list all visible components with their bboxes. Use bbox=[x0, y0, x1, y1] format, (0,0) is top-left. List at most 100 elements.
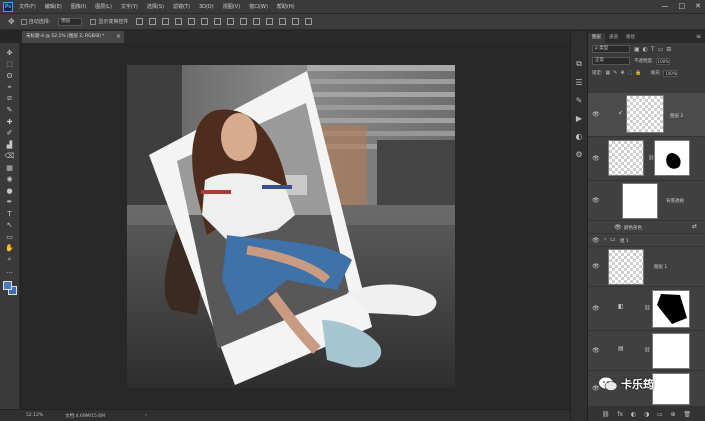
distribute-center-icon[interactable] bbox=[266, 18, 274, 25]
fill-input[interactable]: 100% bbox=[663, 69, 678, 77]
menu-file[interactable]: 文件(F) bbox=[19, 3, 36, 10]
more-tools-icon[interactable]: … bbox=[4, 266, 16, 277]
zoom-level[interactable]: 52.12% bbox=[26, 413, 43, 418]
menu-3d[interactable]: 3D(D) bbox=[199, 4, 214, 10]
3d-panel-icon[interactable]: ⚙ bbox=[575, 150, 582, 159]
filter-pixel-icon[interactable]: ▣ bbox=[634, 46, 640, 53]
menu-filter[interactable]: 滤镜(T) bbox=[173, 3, 190, 10]
visibility-eye-icon[interactable]: 👁 bbox=[592, 111, 600, 118]
type-tool-icon[interactable]: T bbox=[4, 208, 16, 219]
crop-tool-icon[interactable]: ⧄ bbox=[4, 93, 16, 104]
layer-row-effect-perspective[interactable]: 👁 背景透视 bbox=[588, 181, 705, 221]
status-arrow-icon[interactable]: › bbox=[145, 413, 147, 418]
lock-transparency-icon[interactable]: ▦ bbox=[606, 70, 611, 76]
distribute-bottom-icon[interactable] bbox=[240, 18, 248, 25]
menu-image[interactable]: 图像(I) bbox=[71, 3, 86, 10]
actions-panel-icon[interactable]: ▶ bbox=[576, 114, 582, 123]
link-layers-icon[interactable]: ⛓ bbox=[602, 411, 610, 418]
menu-layer[interactable]: 图层(L) bbox=[95, 3, 112, 10]
hand-tool-icon[interactable]: ✋ bbox=[4, 243, 16, 254]
brush-panel-icon[interactable]: ✎ bbox=[576, 96, 583, 105]
3d-mode-icon[interactable] bbox=[305, 18, 313, 25]
layer-row-group-1[interactable]: 👁 › ▭ 组 1 bbox=[588, 234, 705, 247]
lock-pixels-icon[interactable]: ✎ bbox=[613, 70, 617, 76]
align-left-icon[interactable] bbox=[175, 18, 183, 25]
close-icon[interactable]: ✕ bbox=[695, 2, 701, 10]
new-layer-icon[interactable]: ⊕ bbox=[671, 411, 676, 418]
distribute-right-icon[interactable] bbox=[279, 18, 287, 25]
document-tab[interactable]: 未标题-4 @ 52.1% (图层 2, RGB/8) * × bbox=[22, 31, 124, 43]
menu-type[interactable]: 文字(Y) bbox=[121, 3, 138, 10]
panel-menu-icon[interactable]: ≡ bbox=[696, 33, 701, 40]
blur-tool-icon[interactable]: ◉ bbox=[4, 174, 16, 185]
layer-row-adjustment-2[interactable]: 👁 ▤ ⛓ bbox=[588, 331, 705, 371]
maximize-icon[interactable]: □ bbox=[679, 2, 686, 10]
brush-tool-icon[interactable]: ✐ bbox=[4, 128, 16, 139]
minimize-icon[interactable]: — bbox=[662, 2, 669, 10]
layer-row-adjustment-1[interactable]: 👁 ◧ ⛓ bbox=[588, 287, 705, 331]
menu-select[interactable]: 选择(S) bbox=[147, 3, 164, 10]
menu-help[interactable]: 帮助(H) bbox=[277, 3, 295, 10]
layer-filter-dropdown[interactable]: ρ 类型 bbox=[592, 45, 630, 53]
align-center-icon[interactable] bbox=[188, 18, 196, 25]
eyedropper-tool-icon[interactable]: ✎ bbox=[4, 105, 16, 116]
color-swatches[interactable] bbox=[2, 281, 17, 295]
move-tool-icon[interactable]: ✥ bbox=[8, 17, 15, 26]
menu-view[interactable]: 视图(V) bbox=[223, 3, 240, 10]
opacity-input[interactable]: 100% bbox=[655, 57, 670, 65]
visibility-eye-icon[interactable]: 👁 bbox=[592, 347, 600, 354]
layer-row-layer-1[interactable]: 👁 图层 1 bbox=[588, 247, 705, 287]
auto-select-dropdown[interactable]: 图层 bbox=[58, 17, 83, 26]
move-tool-icon[interactable]: ✥ bbox=[4, 47, 16, 58]
trash-icon[interactable]: 🗑 bbox=[683, 411, 691, 418]
align-top-icon[interactable] bbox=[136, 18, 144, 25]
history-panel-icon[interactable]: ⧉ bbox=[576, 59, 582, 69]
lasso-tool-icon[interactable]: ʘ bbox=[4, 70, 16, 81]
pen-tool-icon[interactable]: ✒ bbox=[4, 197, 16, 208]
marquee-tool-icon[interactable]: ⬚ bbox=[4, 59, 16, 70]
blend-mode-dropdown[interactable]: 正常 bbox=[592, 57, 630, 65]
document-canvas[interactable] bbox=[127, 65, 455, 388]
filter-shape-icon[interactable]: ▭ bbox=[658, 46, 664, 53]
group-expand-chevron-icon[interactable]: › bbox=[604, 236, 606, 243]
path-selection-tool-icon[interactable]: ↖ bbox=[4, 220, 16, 231]
transform-controls-checkbox[interactable] bbox=[90, 18, 97, 25]
foreground-color-swatch[interactable] bbox=[2, 281, 12, 290]
visibility-eye-icon[interactable]: 👁 bbox=[592, 305, 600, 312]
tab-layers[interactable]: 图层 bbox=[588, 33, 605, 43]
filter-options-icon[interactable]: ⇄ bbox=[692, 223, 697, 230]
shape-tool-icon[interactable]: ▭ bbox=[4, 231, 16, 242]
visibility-eye-icon[interactable]: 👁 bbox=[614, 224, 622, 231]
menu-window[interactable]: 窗口(W) bbox=[249, 3, 268, 10]
new-group-icon[interactable]: ▭ bbox=[657, 411, 663, 418]
layer-list[interactable]: 👁 ↙ 图层 2 👁 ⛓ 👁 背景透视 👁 颜色杂色 ⇄ 👁 › ▭ 组 1 👁… bbox=[588, 93, 705, 407]
distribute-top-icon[interactable] bbox=[214, 18, 222, 25]
distribute-middle-icon[interactable] bbox=[227, 18, 235, 25]
visibility-eye-icon[interactable]: 👁 bbox=[592, 197, 600, 204]
layer-row-color-noise[interactable]: 👁 颜色杂色 ⇄ bbox=[588, 221, 705, 234]
align-middle-icon[interactable] bbox=[149, 18, 157, 25]
filter-type-icon[interactable]: T bbox=[651, 46, 655, 53]
auto-select-checkbox[interactable] bbox=[20, 18, 27, 25]
visibility-eye-icon[interactable]: 👁 bbox=[592, 155, 600, 162]
clone-stamp-tool-icon[interactable]: ▟ bbox=[4, 139, 16, 150]
lock-position-icon[interactable]: ✥ bbox=[620, 70, 624, 76]
lock-all-icon[interactable]: 🔒 bbox=[635, 70, 641, 76]
filter-smart-icon[interactable]: ⊞ bbox=[666, 46, 671, 53]
zoom-tool-icon[interactable]: ⌕ bbox=[4, 254, 16, 265]
align-bottom-icon[interactable] bbox=[162, 18, 170, 25]
visibility-eye-icon[interactable]: 👁 bbox=[592, 237, 600, 244]
adjustment-icon[interactable]: ◑ bbox=[644, 411, 649, 418]
properties-panel-icon[interactable]: ☰ bbox=[575, 78, 582, 87]
align-right-icon[interactable] bbox=[201, 18, 209, 25]
layer-row-masked[interactable]: 👁 ⛓ bbox=[588, 137, 705, 181]
quick-select-tool-icon[interactable]: ⌖ bbox=[4, 82, 16, 93]
eraser-tool-icon[interactable]: ⌫ bbox=[4, 151, 16, 162]
layer-style-icon[interactable]: fx bbox=[617, 411, 623, 418]
lock-artboard-icon[interactable]: ⬚ bbox=[628, 70, 633, 76]
distribute-left-icon[interactable] bbox=[253, 18, 261, 25]
menu-edit[interactable]: 编辑(E) bbox=[45, 3, 62, 10]
close-tab-icon[interactable]: × bbox=[116, 31, 121, 43]
gradient-tool-icon[interactable]: ▦ bbox=[4, 162, 16, 173]
auto-align-icon[interactable] bbox=[292, 18, 300, 25]
